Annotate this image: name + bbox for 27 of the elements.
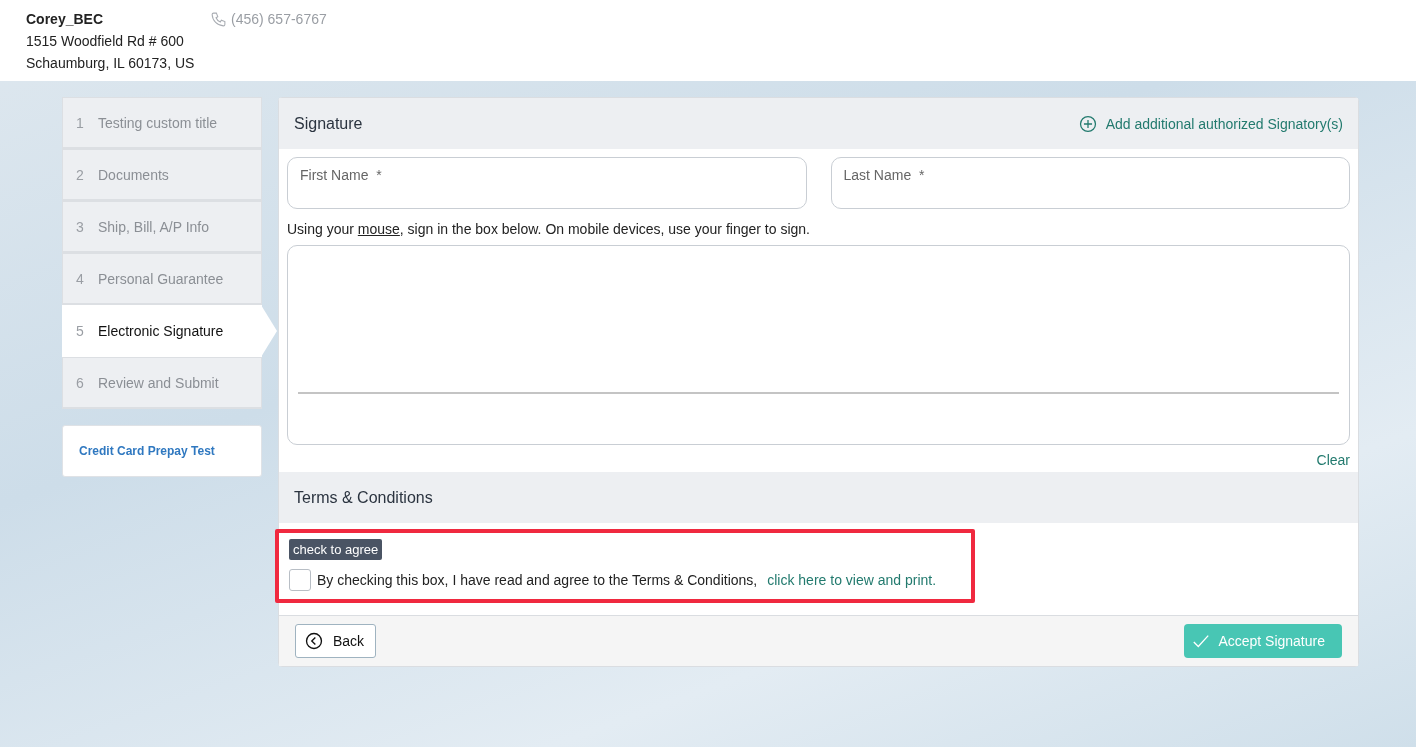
instruction-text: Using your mouse, sign in the box below. On mobile devices, use your finger to sign. — [286, 220, 811, 239]
clear-link[interactable]: Clear — [1316, 452, 1350, 468]
phone-icon — [210, 10, 227, 28]
accept-signature-button[interactable]: Accept Signature — [1184, 624, 1342, 658]
company-name: Corey_BEC — [26, 10, 105, 28]
tooltip: check to agree — [289, 539, 383, 560]
plus-circle-icon — [1078, 114, 1097, 133]
back-button[interactable]: Back — [295, 624, 376, 658]
terms-link[interactable]: click here to view and print. — [767, 572, 937, 588]
checkmark-icon — [1192, 632, 1211, 650]
phone-number: (456) 657-6767 — [231, 11, 327, 27]
step-tab[interactable]: 1 Testing custom title — [62, 97, 262, 149]
signature-pad[interactable] — [287, 245, 1350, 445]
step-tab[interactable]: 6 Review and Submit — [62, 357, 262, 409]
address-line: Schaumburg, IL 60173, US — [26, 54, 194, 72]
agree-checkbox[interactable] — [289, 569, 311, 591]
form-name-card: Credit Card Prepay Test — [62, 425, 262, 477]
add-signatory-link[interactable]: Add additional authorized Signatory(s) — [1078, 114, 1343, 133]
step-tab[interactable]: 4 Personal Guarantee — [62, 253, 262, 305]
name-input-field[interactable]: Last Name * — [830, 157, 1350, 209]
section-title: Terms & Conditions — [294, 488, 433, 507]
agreement-text: By checking this box, I have read and agree to the Terms & Conditions, — [317, 572, 758, 588]
address-line: 1515 Woodfield Rd # 600 — [26, 32, 185, 50]
step-tab[interactable]: 2 Documents — [62, 149, 262, 201]
section-title: Signature — [294, 114, 363, 133]
step-tab[interactable]: 3 Ship, Bill, A/P Info — [62, 201, 262, 253]
name-input-field[interactable]: First Name * — [287, 157, 807, 209]
